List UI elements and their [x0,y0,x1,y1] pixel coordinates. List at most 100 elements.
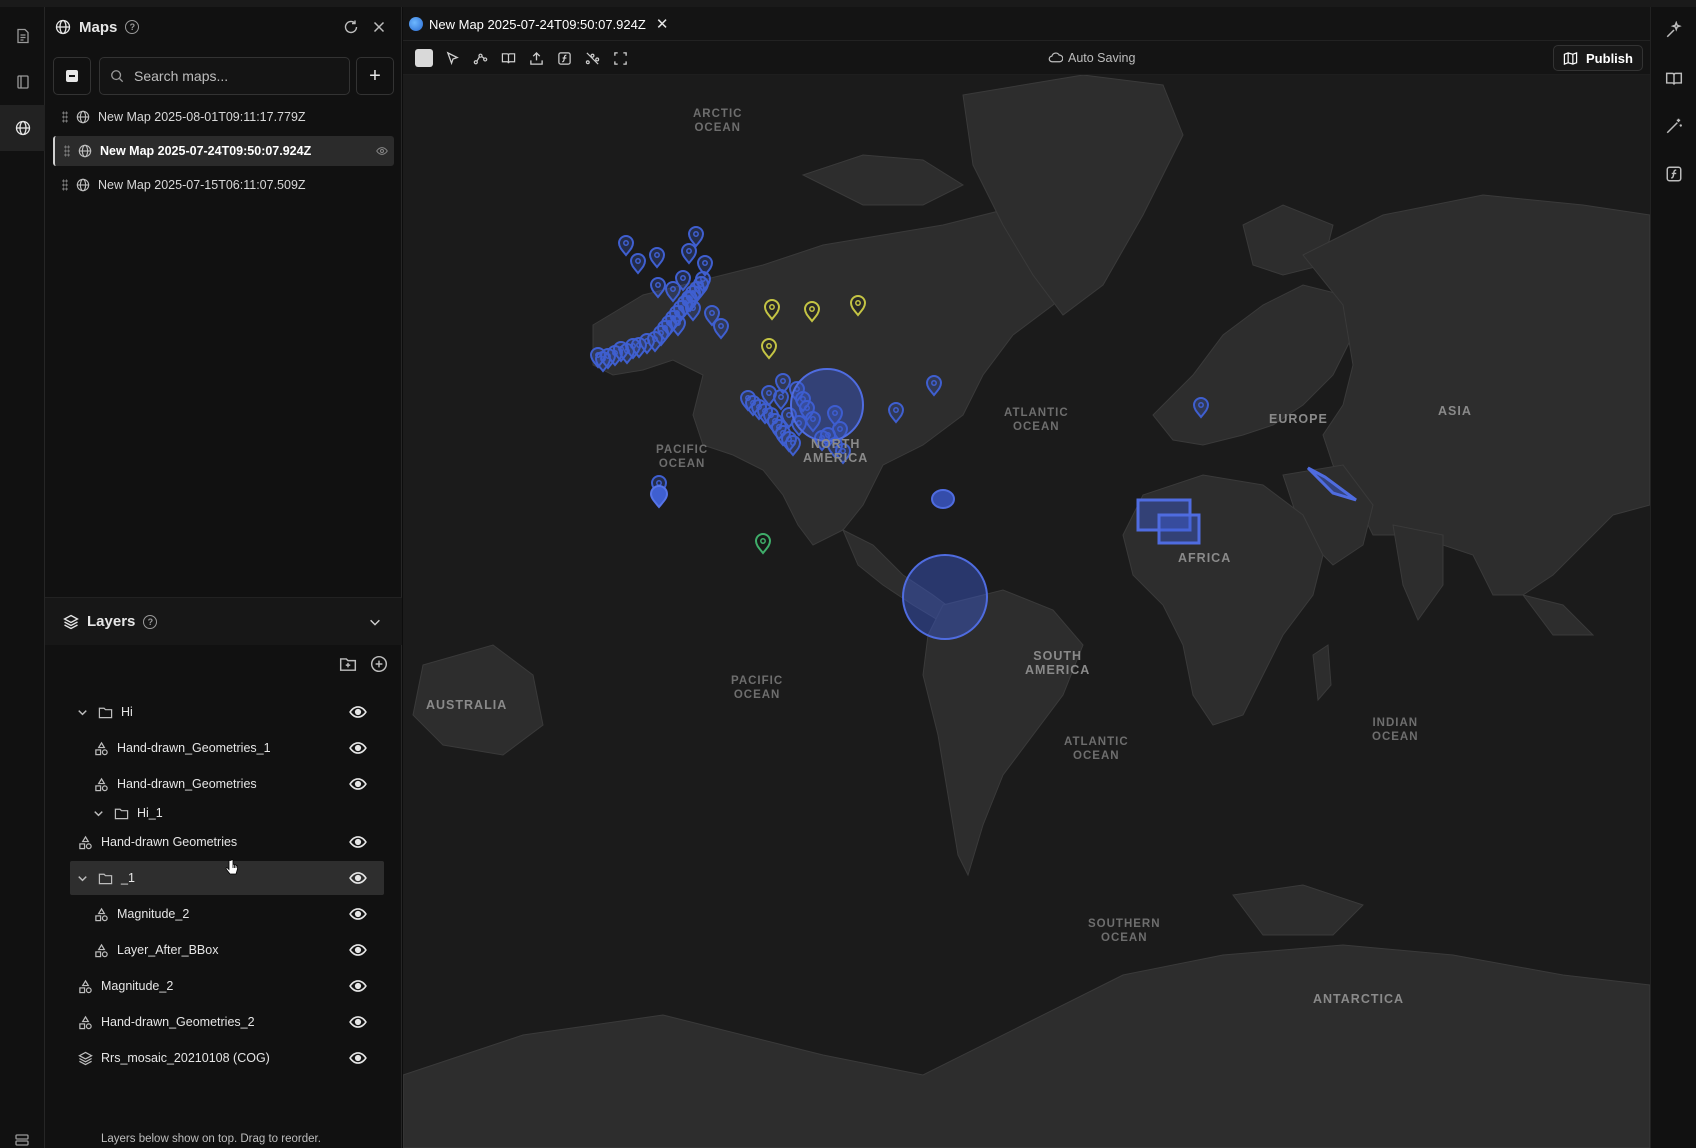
label-north-america: NORTH AMERICA [803,437,869,465]
layer-row[interactable]: Rrs_mosaic_20210108 (COG) [78,1041,328,1075]
layer-row[interactable]: Magnitude_2 [78,969,328,1003]
eye-icon[interactable] [349,869,367,887]
eye-icon[interactable] [376,145,388,157]
stack-icon[interactable] [14,1132,30,1148]
eye-icon[interactable] [349,775,367,793]
chevron-down-icon[interactable] [91,806,106,821]
circle-geometry[interactable] [902,554,988,640]
polygon-geometry[interactable] [931,489,955,509]
label-pacific-ocean-south: PACIFIC OCEAN [731,675,784,701]
label-indian-ocean: INDIAN OCEAN [1372,717,1419,743]
eye-icon[interactable] [349,977,367,995]
drag-handle-icon[interactable] [62,111,68,123]
basemap [403,75,1650,1148]
layer-folder-row[interactable]: Hi [75,695,375,729]
help-icon[interactable]: ? [143,614,158,629]
add-map-button[interactable]: + [356,57,394,95]
help-icon[interactable]: ? [125,20,140,34]
map-item-label: New Map 2025-07-24T09:50:07.924Z [100,144,312,158]
rect-geometry[interactable] [1157,513,1201,545]
map-canvas[interactable]: ARCTIC OCEAN PACIFIC OCEAN PACIFIC OCEAN… [403,75,1650,1148]
chevron-down-icon[interactable] [368,615,382,629]
map-list-item[interactable]: New Map 2025-07-15T06:11:07.509Z [53,170,394,200]
function-icon[interactable] [1665,165,1683,183]
notebook-icon[interactable] [0,59,45,105]
publish-button[interactable]: Publish [1553,45,1643,71]
eye-icon[interactable] [349,905,367,923]
fullscreen-icon[interactable] [611,49,629,67]
layer-label: Magnitude_2 [101,979,174,993]
layer-row[interactable]: Hand-drawn_Geometries [94,767,344,801]
map-toolbar: Auto Saving Publish [403,41,1650,75]
globe-icon [76,178,90,192]
layer-row[interactable]: Hand-drawn_Geometries_1 [94,731,344,765]
map-list-item[interactable]: New Map 2025-08-01T09:11:17.779Z [53,102,394,132]
layer-label: Magnitude_2 [117,907,190,921]
label-australia: AUSTRALIA [426,698,508,712]
globe-icon [76,110,90,124]
upload-icon[interactable] [527,49,545,67]
chevron-down-icon[interactable] [75,705,90,720]
document-icon[interactable] [0,13,45,59]
shapes-icon [95,777,108,791]
layer-row[interactable]: Layer_After_BBox [94,933,344,967]
drag-handle-icon[interactable] [62,179,68,191]
maps-panel: Maps ? + New Map 2025-08-01T09:11:17.779… [45,7,402,1148]
circle-geometry[interactable] [790,368,864,442]
ai-sparkle-icon[interactable] [1665,21,1683,39]
layer-row[interactable]: Magnitude_2 [94,897,344,931]
pointer-icon[interactable] [443,49,461,67]
globe-nav-icon[interactable] [0,105,45,151]
eye-icon[interactable] [349,703,367,721]
label-atlantic-ocean-north: ATLANTIC OCEAN [1004,407,1069,433]
eye-icon[interactable] [349,1013,367,1031]
layer-label: _1 [121,871,135,885]
label-africa: AFRICA [1178,551,1232,565]
globe-icon [78,144,92,158]
collapse-all-button[interactable] [53,57,91,95]
close-tab-icon[interactable]: ✕ [656,15,669,33]
layers-title: Layers [87,613,136,630]
globe-icon [409,17,423,31]
layer-row[interactable]: Hand-drawn_Geometries_2 [78,1005,328,1039]
select-mode-icon[interactable] [415,49,433,67]
map-tab[interactable]: New Map 2025-07-24T09:50:07.924Z ✕ [409,11,668,37]
folder-icon [114,808,129,819]
shapes-icon [79,835,92,849]
layer-label: Hand-drawn_Geometries_1 [117,741,271,755]
function-icon[interactable] [555,49,573,67]
draw-line-icon[interactable] [471,49,489,67]
layers-footer-note: Layers below show on top. Drag to reorde… [101,1133,321,1145]
layer-label: Rrs_mosaic_20210108 (COG) [101,1051,270,1065]
layers-header[interactable]: Layers ? [45,597,402,645]
hide-geometry-icon[interactable] [583,49,601,67]
search-icon [111,70,124,83]
add-folder-icon[interactable] [339,655,357,673]
map-list-item-active[interactable]: New Map 2025-07-24T09:50:07.924Z [53,136,394,166]
eye-icon[interactable] [349,1049,367,1067]
add-layer-icon[interactable] [370,655,388,673]
close-icon[interactable] [371,19,387,38]
book-icon[interactable] [499,49,517,67]
eye-icon[interactable] [349,833,367,851]
tab-bar: New Map 2025-07-24T09:50:07.924Z ✕ [403,7,1650,41]
label-atlantic-ocean-south: ATLANTIC OCEAN [1064,736,1129,762]
book-icon[interactable] [1665,70,1683,88]
magic-wand-icon[interactable] [1665,117,1683,135]
drag-handle-icon[interactable] [64,145,70,157]
eye-icon[interactable] [349,739,367,757]
autosave-label: Auto Saving [1068,50,1136,65]
map-item-label: New Map 2025-08-01T09:11:17.779Z [98,110,306,124]
map-marker-icon[interactable] [649,485,669,509]
layers-icon [63,614,79,629]
label-europe: EUROPE [1269,412,1328,426]
search-input[interactable] [134,68,334,84]
layer-row[interactable]: Hand-drawn Geometries [78,825,328,859]
layer-label: Hi [121,705,133,719]
refresh-icon[interactable] [343,19,359,38]
eye-icon[interactable] [349,941,367,959]
chevron-down-icon[interactable] [75,871,90,886]
folder-icon [98,873,113,884]
layer-label: Hi_1 [137,806,163,820]
shapes-icon [95,741,108,755]
